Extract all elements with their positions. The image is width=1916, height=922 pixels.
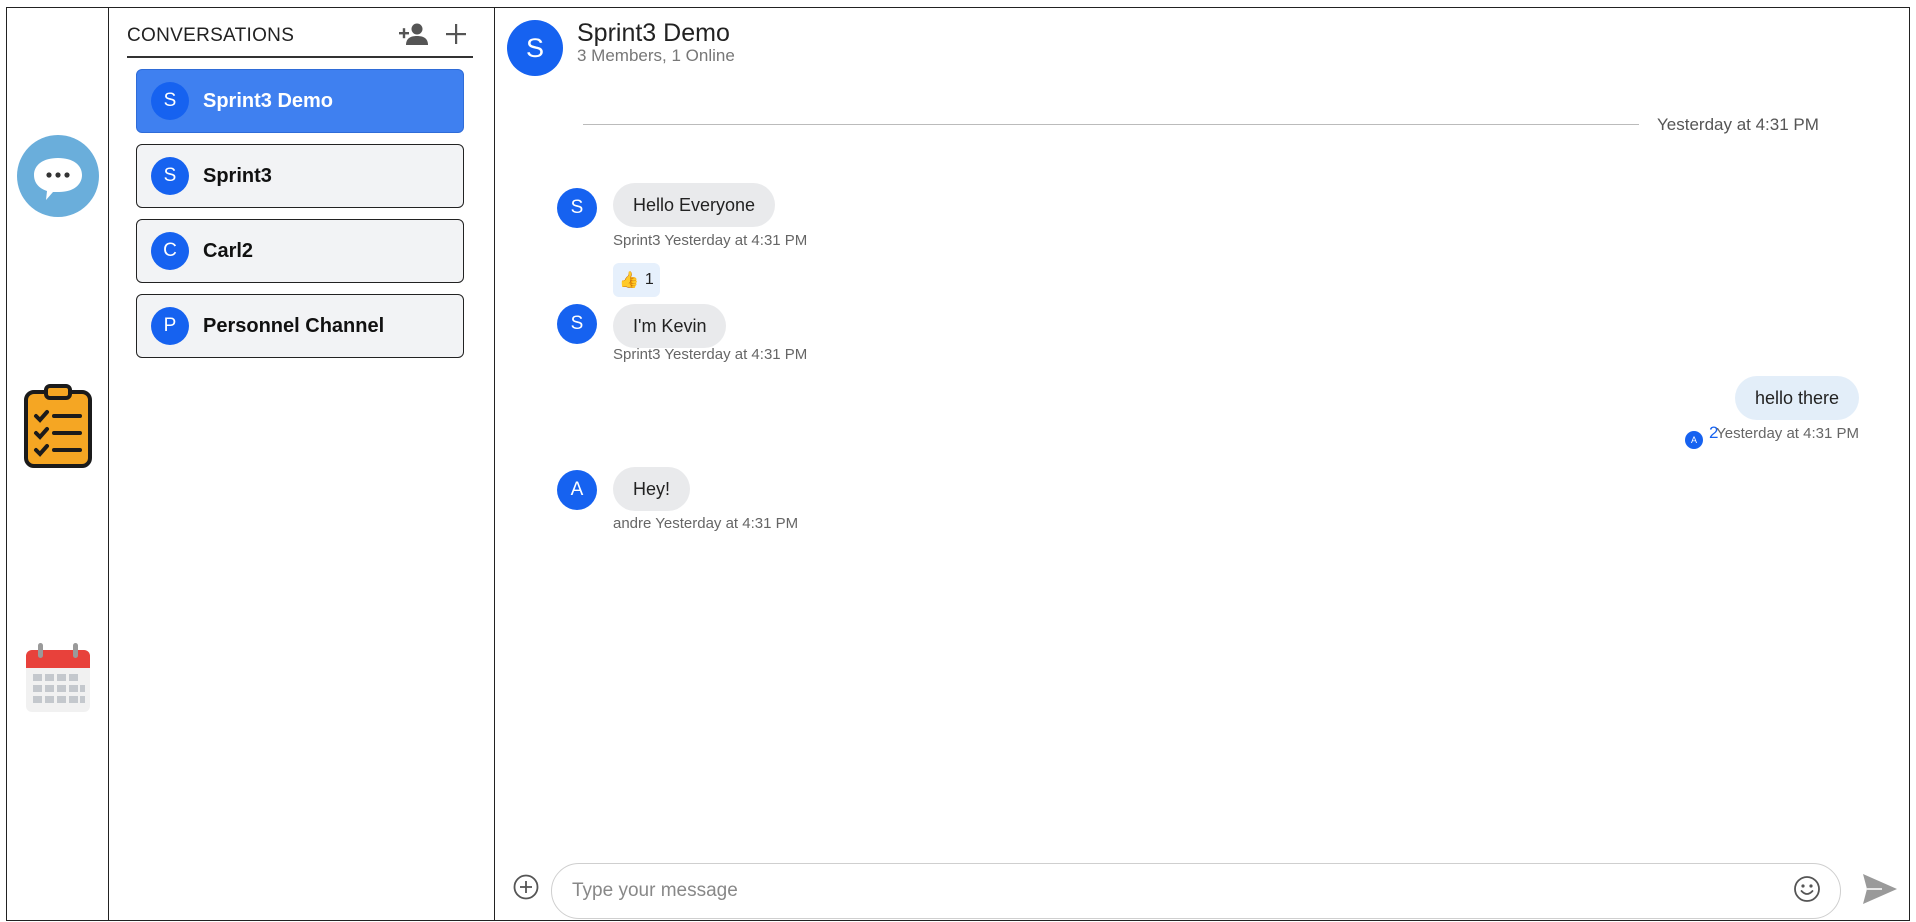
plus-icon xyxy=(446,23,466,49)
new-conversation-button[interactable] xyxy=(439,19,473,53)
reaction-badge[interactable]: 👍 1 xyxy=(613,263,660,297)
date-divider-line xyxy=(583,124,1639,125)
avatar: S xyxy=(151,157,189,195)
app-rail xyxy=(7,8,109,920)
conversations-panel: CONVERSATIONS S Sprint3 Demo S Sprint3 C… xyxy=(109,8,495,920)
thumbs-up-icon: 👍 xyxy=(619,272,639,289)
tasks-nav-button[interactable] xyxy=(16,383,100,473)
conversation-name: Sprint3 Demo xyxy=(203,89,334,112)
channel-member-status: 3 Members, 1 Online xyxy=(577,46,735,65)
reaction-count: 1 xyxy=(644,271,654,288)
message-bubble[interactable]: I'm Kevin xyxy=(613,304,727,348)
message-composer xyxy=(551,863,1841,919)
chat-nav-button[interactable] xyxy=(16,134,100,223)
own-message-bubble[interactable]: hello there xyxy=(1734,376,1859,420)
chat-panel: S Sprint3 Demo 3 Members, 1 Online Yeste… xyxy=(495,8,1909,920)
message-bubble[interactable]: Hello Everyone xyxy=(613,183,776,227)
message-avatar: S xyxy=(557,188,597,228)
message-meta: Sprint3 Yesterday at 4:31 PM xyxy=(613,232,808,249)
send-icon xyxy=(1862,873,1898,910)
conversations-title: CONVERSATIONS xyxy=(127,25,295,46)
conversation-item-personnel-channel[interactable]: P Personnel Channel xyxy=(136,294,464,358)
channel-title: Sprint3 Demo xyxy=(577,19,730,47)
channel-avatar: S xyxy=(507,20,563,76)
date-divider-label: Yesterday at 4:31 PM xyxy=(1657,115,1819,134)
calendar-icon xyxy=(25,642,91,719)
message-input[interactable] xyxy=(572,864,1752,918)
message-bubble[interactable]: Hey! xyxy=(613,467,691,511)
read-receipt-avatar: A xyxy=(1685,431,1703,449)
message-meta: Sprint3 Yesterday at 4:31 PM xyxy=(613,346,808,363)
avatar: S xyxy=(151,82,189,120)
conversation-item-sprint3[interactable]: S Sprint3 xyxy=(136,144,464,208)
clipboard-checklist-icon xyxy=(22,383,94,473)
conversation-name: Personnel Channel xyxy=(203,314,385,337)
avatar: C xyxy=(151,232,189,270)
attach-button[interactable] xyxy=(511,874,541,904)
message-avatar: A xyxy=(557,470,597,510)
plus-circle-icon xyxy=(513,874,539,905)
app-frame: CONVERSATIONS S Sprint3 Demo S Sprint3 C… xyxy=(6,7,1910,921)
conversation-name: Carl2 xyxy=(203,239,254,262)
message-avatar: S xyxy=(557,304,597,344)
conversation-item-carl2[interactable]: C Carl2 xyxy=(136,219,464,283)
emoji-button[interactable] xyxy=(1792,875,1822,908)
calendar-nav-button[interactable] xyxy=(16,638,100,722)
send-button[interactable] xyxy=(1861,873,1899,909)
conversation-name: Sprint3 xyxy=(203,164,272,187)
avatar: P xyxy=(151,307,189,345)
message-meta: Yesterday at 4:31 PM xyxy=(1716,425,1859,442)
conversations-header: CONVERSATIONS xyxy=(127,16,473,58)
message-meta: andre Yesterday at 4:31 PM xyxy=(613,515,799,532)
add-person-icon xyxy=(399,22,429,51)
smiley-icon xyxy=(1793,875,1821,908)
conversation-item-sprint3-demo[interactable]: S Sprint3 Demo xyxy=(136,69,464,133)
chat-bubble-icon xyxy=(16,134,100,223)
add-member-button[interactable] xyxy=(397,19,431,53)
